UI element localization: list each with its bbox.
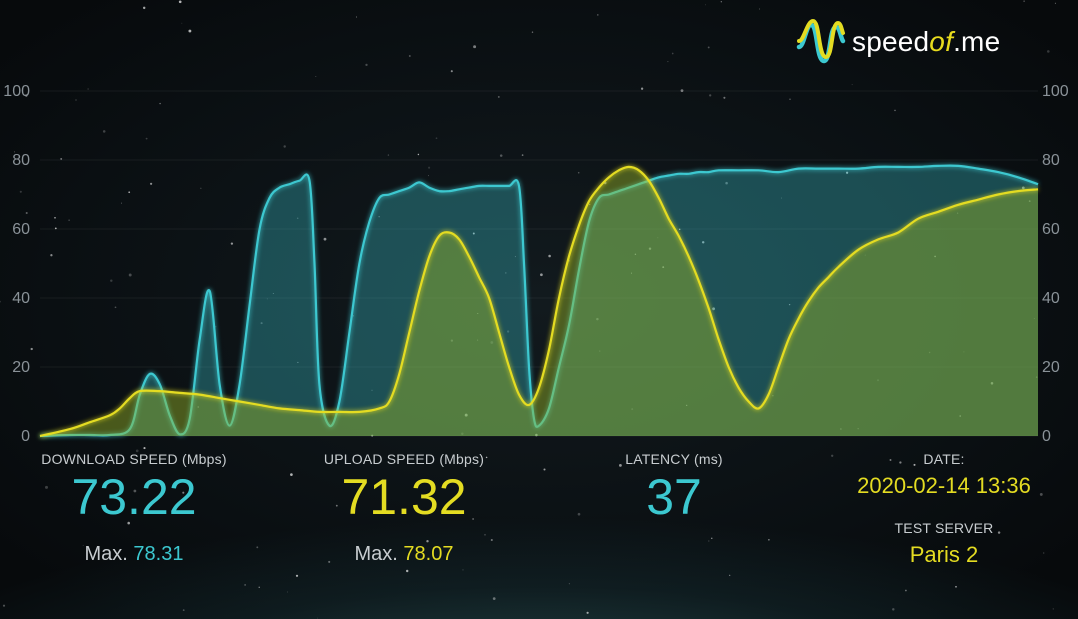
y-axis-right: 0 20 40 60 80 100 xyxy=(1042,83,1069,445)
download-value: 73.22 xyxy=(71,469,197,525)
y-tick-label-right: 40 xyxy=(1042,290,1060,307)
upload-max: Max. 78.07 xyxy=(304,543,504,566)
download-max: Max. 78.31 xyxy=(34,543,234,566)
server-value: Paris 2 xyxy=(909,542,979,567)
chart-series xyxy=(39,164,1039,438)
download-max-value: 78.31 xyxy=(133,543,184,565)
y-tick-label-left: 0 xyxy=(21,428,30,445)
date-label: DATE: xyxy=(923,451,965,467)
y-tick-label-right: 60 xyxy=(1042,221,1060,238)
y-tick-label-left: 60 xyxy=(12,221,30,238)
speedofme-logo[interactable]: speedof.me xyxy=(796,16,1000,68)
latency-value: 37 xyxy=(646,469,702,525)
logo-text-me: .me xyxy=(953,26,1001,57)
server-stat: TEST SERVER Paris 2 xyxy=(844,520,1044,568)
upload-stat: UPLOAD SPEED (Mbps) 71.32 Max. 78.07 xyxy=(304,451,504,566)
upload-max-label: Max. xyxy=(354,543,398,565)
date-value: 2020-02-14 13:36 xyxy=(857,473,1031,498)
download-label: DOWNLOAD SPEED (Mbps) xyxy=(41,451,227,467)
date-stat: DATE: 2020-02-14 13:36 xyxy=(844,451,1044,499)
y-tick-label-left: 40 xyxy=(12,290,30,307)
y-tick-label-right: 0 xyxy=(1042,428,1051,445)
y-tick-label-left: 100 xyxy=(3,83,30,100)
y-tick-label-right: 100 xyxy=(1042,83,1069,100)
y-tick-label-left: 20 xyxy=(12,359,30,376)
logo-text: speedof.me xyxy=(852,26,1000,58)
upload-label: UPLOAD SPEED (Mbps) xyxy=(323,451,485,467)
y-tick-label-right: 20 xyxy=(1042,359,1060,376)
download-stat: DOWNLOAD SPEED (Mbps) 73.22 Max. 78.31 xyxy=(34,451,234,566)
y-tick-label-right: 80 xyxy=(1042,152,1060,169)
logo-text-of: of xyxy=(929,26,954,57)
upload-max-value: 78.07 xyxy=(403,543,454,565)
speedtest-result-screen: 0 20 40 60 80 100 0 20 40 60 80 100 speedof.me DOW… xyxy=(0,0,1078,619)
waveform-logo-icon xyxy=(796,18,846,64)
y-tick-label-left: 80 xyxy=(12,152,30,169)
latency-label: LATENCY (ms) xyxy=(625,451,723,467)
download-max-label: Max. xyxy=(84,543,128,565)
logo-text-speed: speed xyxy=(852,26,930,57)
y-axis-left: 0 20 40 60 80 100 xyxy=(3,83,30,445)
upload-value: 71.32 xyxy=(341,469,467,525)
server-label: TEST SERVER xyxy=(894,520,994,536)
latency-stat: LATENCY (ms) 37 xyxy=(594,451,754,527)
